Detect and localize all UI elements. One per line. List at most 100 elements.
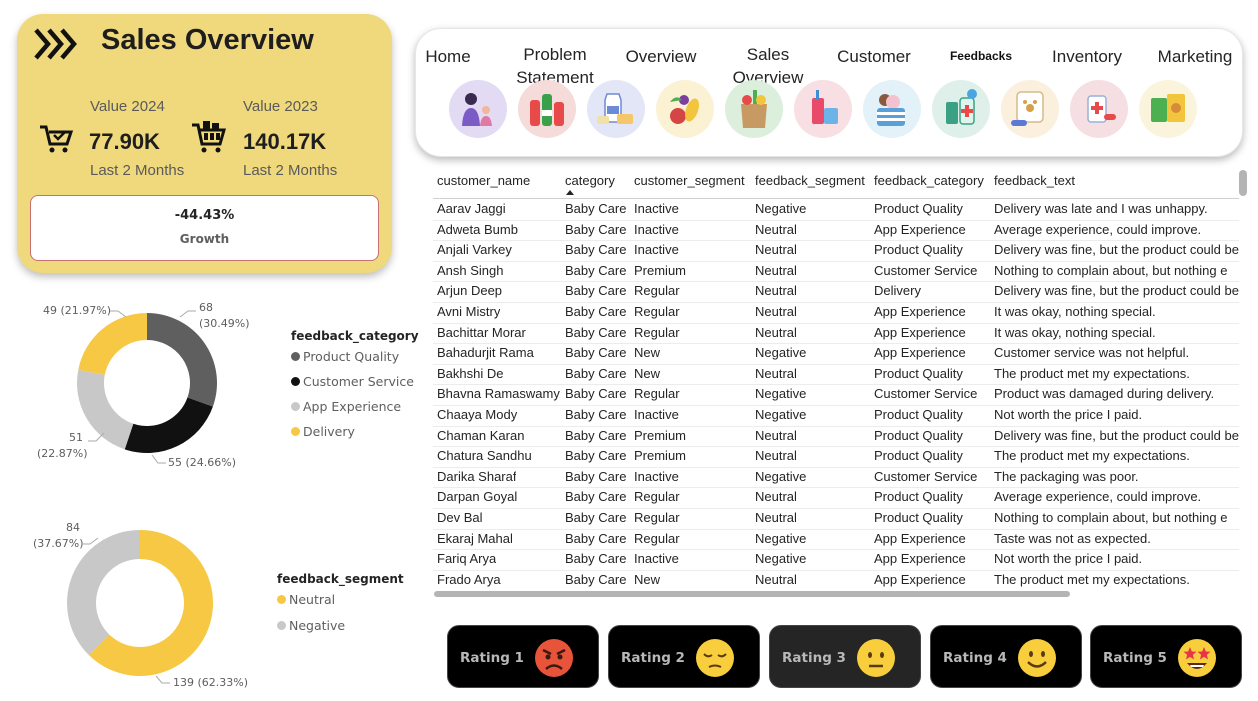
cell-customer-segment: Regular — [634, 283, 680, 299]
table-row[interactable]: Darpan Goyal Baby Care Regular Neutral Produ… — [433, 487, 1239, 509]
data-label-negative-pct: (37.67%) — [33, 537, 84, 550]
column-header-category[interactable]: category — [565, 173, 615, 188]
cell-category: Baby Care — [565, 571, 627, 587]
table-row[interactable]: Bachittar Morar Baby Care Regular Neutral Ap… — [433, 323, 1239, 345]
table-row[interactable]: Bhavna Ramaswamy Baby Care Regular Negative… — [433, 384, 1239, 406]
legend-item-delivery[interactable]: Delivery — [291, 424, 355, 439]
cell-customer-segment: Premium — [634, 262, 687, 278]
cell-feedback-segment: Negative — [755, 407, 807, 422]
horizontal-scrollbar[interactable] — [434, 591, 1070, 597]
beverages-icon[interactable] — [518, 80, 576, 138]
column-header-customer-name[interactable]: customer_name — [437, 173, 530, 188]
medicine-icon[interactable] — [1070, 80, 1128, 138]
rating-1-button[interactable]: Rating 1 — [447, 625, 599, 688]
cell-feedback-segment: Neutral — [755, 489, 797, 505]
table-row[interactable]: Ansh Singh Baby Care Premium Neutral Custome… — [433, 261, 1239, 283]
cell-customer-name: Darpan Goyal — [437, 489, 518, 505]
tab-feedbacks[interactable]: Feedbacks — [942, 45, 1020, 68]
table-row[interactable]: Aarav Jaggi Baby Care Inactive Negative Prod… — [433, 199, 1239, 221]
grocery-bag-icon[interactable] — [725, 80, 783, 138]
cell-feedback-segment: Negative — [755, 201, 807, 216]
legend-title-feedback-category: feedback_category — [291, 329, 419, 343]
donut-slice-app-experience[interactable] — [77, 369, 134, 450]
cell-feedback-category: App Experience — [874, 324, 966, 340]
legend-item-neutral[interactable]: Neutral — [277, 592, 335, 607]
tab-home[interactable]: Home — [422, 45, 474, 68]
vertical-scrollbar[interactable] — [1239, 170, 1247, 196]
table-row[interactable]: Chaaya Mody Baby Care Inactive Negative Prod… — [433, 405, 1239, 427]
cell-customer-segment: Inactive — [634, 551, 679, 567]
table-row[interactable]: Dev Bal Baby Care Regular Neutral Product Qu… — [433, 508, 1239, 530]
cell-feedback-text: It was okay, nothing special. — [994, 304, 1156, 319]
table-row[interactable]: Bahadurjit Rama Baby Care New Negative App E… — [433, 343, 1239, 365]
legend-item-customer-service[interactable]: Customer Service — [291, 374, 414, 389]
column-header-customer-segment[interactable]: customer_segment — [634, 173, 745, 188]
legend-dot — [277, 595, 286, 604]
cell-feedback-category: Product Quality — [874, 427, 963, 443]
donut-slice-delivery[interactable] — [78, 313, 147, 375]
cell-category: Baby Care — [565, 365, 627, 381]
legend-label: Negative — [289, 618, 346, 633]
cell-customer-segment: Regular — [634, 489, 680, 505]
cell-feedback-category: Product Quality — [874, 489, 963, 505]
fruits-vegetables-icon[interactable] — [656, 80, 714, 138]
ice-cream-icon[interactable] — [863, 80, 921, 138]
legend-label: App Experience — [303, 399, 402, 414]
tab-overview[interactable]: Overview — [622, 45, 700, 68]
cell-customer-segment: Regular — [634, 530, 680, 546]
rating-3-button[interactable]: Rating 3 — [769, 625, 921, 688]
legend-item-product-quality[interactable]: Product Quality — [291, 349, 399, 364]
value-2023-label: Value 2023 — [243, 98, 318, 115]
cell-feedback-text: Delivery was fine, but the product could… — [994, 283, 1239, 299]
column-header-feedback-category[interactable]: feedback_category — [874, 173, 984, 188]
table-row[interactable]: Arjun Deep Baby Care Regular Neutral Deliver… — [433, 281, 1239, 303]
cell-feedback-segment: Neutral — [755, 221, 797, 237]
tab-customer[interactable]: Customer — [832, 45, 916, 68]
cell-customer-segment: Regular — [634, 386, 680, 402]
data-label-delivery-count: 49 — [43, 304, 57, 317]
cell-customer-name: Avni Mistry — [437, 304, 501, 319]
tab-inventory[interactable]: Inventory — [1046, 45, 1128, 68]
cell-feedback-category: App Experience — [874, 304, 966, 319]
legend-label: Product Quality — [303, 349, 400, 364]
rating-4-button[interactable]: Rating 4 — [930, 625, 1082, 688]
cell-customer-segment: Premium — [634, 448, 687, 464]
column-header-feedback-segment[interactable]: feedback_segment — [755, 173, 865, 188]
cell-customer-name: Bahadurjit Rama — [437, 345, 534, 361]
table-row[interactable]: Chatura Sandhu Baby Care Premium Neutral Pro… — [433, 446, 1239, 468]
pet-care-icon[interactable] — [1001, 80, 1059, 138]
cell-customer-segment: Inactive — [634, 242, 679, 258]
dairy-icon[interactable] — [587, 80, 645, 138]
cell-feedback-segment: Neutral — [755, 510, 797, 525]
cell-feedback-segment: Neutral — [755, 427, 797, 443]
table-row[interactable]: Bakhshi De Baby Care New Neutral Product Qua… — [433, 364, 1239, 386]
cell-feedback-category: Product Quality — [874, 365, 963, 381]
neutral-face-icon — [857, 639, 895, 677]
value-2023: 140.17K — [243, 129, 327, 154]
mother-baby-icon[interactable] — [449, 80, 507, 138]
legend-item-app-experience[interactable]: App Experience — [291, 399, 401, 414]
table-row[interactable]: Adweta Bumb Baby Care Inactive Neutral App E… — [433, 220, 1239, 242]
legend-dot — [291, 377, 300, 386]
table-row[interactable]: Anjali Varkey Baby Care Inactive Neutral Pro… — [433, 240, 1239, 262]
table-row[interactable]: Chaman Karan Baby Care Premium Neutral Produ… — [433, 426, 1239, 448]
pharmacy-icon[interactable] — [932, 80, 990, 138]
donut-slice-customer-service[interactable] — [124, 397, 213, 453]
cell-customer-name: Frado Arya — [437, 571, 501, 587]
table-row[interactable]: Darika Sharaf Baby Care Inactive Negative Cu… — [433, 467, 1239, 489]
tab-marketing[interactable]: Marketing — [1152, 45, 1238, 68]
rating-2-button[interactable]: Rating 2 — [608, 625, 760, 688]
cell-feedback-segment: Negative — [755, 551, 807, 567]
column-header-feedback-text[interactable]: feedback_text — [994, 173, 1075, 188]
data-label-delivery: 49 (21.97%) — [43, 304, 111, 318]
cell-category: Baby Care — [565, 201, 627, 216]
table-row[interactable]: Ekaraj Mahal Baby Care Regular Negative App … — [433, 529, 1239, 551]
rating-5-button[interactable]: Rating 5 — [1090, 625, 1242, 688]
table-row[interactable]: Avni Mistry Baby Care Regular Neutral App Ex… — [433, 302, 1239, 324]
cell-category: Baby Care — [565, 221, 627, 237]
legend-item-negative[interactable]: Negative — [277, 618, 345, 633]
drinks-snacks-icon[interactable] — [794, 80, 852, 138]
table-row[interactable]: Fariq Arya Baby Care Inactive Negative App E… — [433, 549, 1239, 571]
table-row[interactable]: Frado Arya Baby Care New Neutral App Experie… — [433, 570, 1239, 588]
snacks-icon[interactable] — [1139, 80, 1197, 138]
